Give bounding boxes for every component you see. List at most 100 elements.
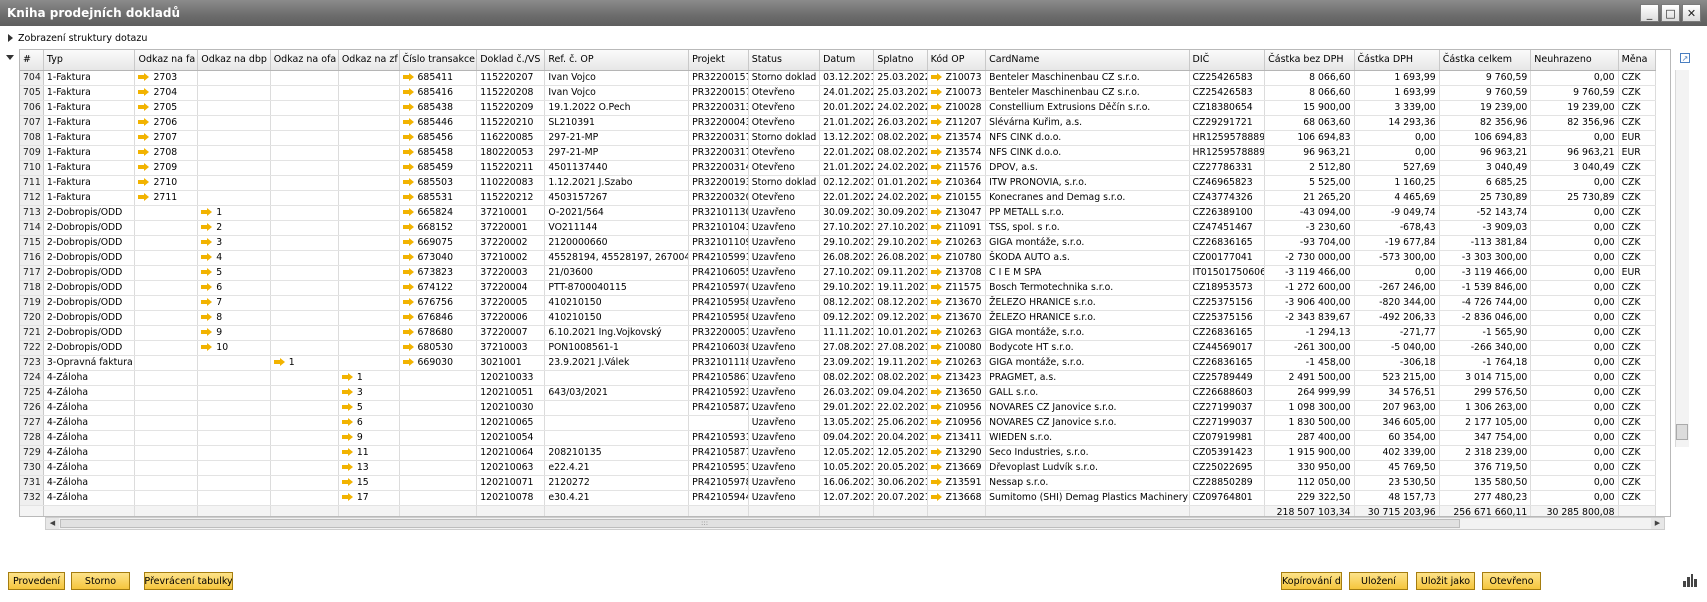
row-number-cell[interactable]: 704 <box>20 70 44 86</box>
row-number-cell[interactable]: 707 <box>20 115 44 131</box>
link-arrow-icon[interactable] <box>341 492 353 501</box>
link-arrow-icon[interactable] <box>341 387 353 396</box>
link-arrow-icon[interactable] <box>930 267 942 276</box>
column-header[interactable]: Projekt <box>688 50 749 71</box>
link-arrow-icon[interactable] <box>402 327 414 336</box>
link-arrow-icon[interactable] <box>341 447 353 456</box>
link-arrow-icon[interactable] <box>201 207 213 216</box>
link-arrow-icon[interactable] <box>930 87 942 96</box>
link-arrow-icon[interactable] <box>930 432 942 441</box>
link-arrow-icon[interactable] <box>930 132 942 141</box>
open-button[interactable]: Otevřeno <box>1482 572 1541 590</box>
row-number-cell[interactable]: 711 <box>20 175 44 191</box>
table-row[interactable]: 727 4-Záloha 6 120210065 Uzavřeno 13.05.2021 2… <box>20 415 1657 431</box>
link-arrow-icon[interactable] <box>402 237 414 246</box>
row-number-cell[interactable]: 721 <box>20 325 44 341</box>
link-arrow-icon[interactable] <box>402 192 414 201</box>
link-arrow-icon[interactable] <box>930 327 942 336</box>
link-arrow-icon[interactable] <box>930 162 942 171</box>
column-header[interactable]: Měna <box>1618 50 1657 71</box>
link-arrow-icon[interactable] <box>930 387 942 396</box>
row-number-cell[interactable]: 715 <box>20 235 44 251</box>
column-header[interactable]: Ref. č. OP <box>544 50 690 71</box>
link-arrow-icon[interactable] <box>930 252 942 261</box>
row-number-cell[interactable]: 708 <box>20 130 44 146</box>
copy-button[interactable]: Kopírování d <box>1281 572 1342 590</box>
row-number-cell[interactable]: 714 <box>20 220 44 236</box>
link-arrow-icon[interactable] <box>930 462 942 471</box>
column-header[interactable]: Typ <box>43 50 136 71</box>
column-header[interactable]: Neuhrazeno <box>1530 50 1619 71</box>
link-arrow-icon[interactable] <box>930 312 942 321</box>
maximize-icon[interactable]: □ <box>1661 4 1680 22</box>
table-row[interactable]: 720 2-Dobropis/ODD 8 676846 37220006 41021015… <box>20 310 1657 326</box>
link-arrow-icon[interactable] <box>201 297 213 306</box>
link-arrow-icon[interactable] <box>201 327 213 336</box>
link-arrow-icon[interactable] <box>201 252 213 261</box>
table-row[interactable]: 711 1-Faktura 2710 685503 110220083 1.12.2021… <box>20 175 1657 191</box>
pivot-table-button[interactable]: Převrácení tabulky <box>144 572 233 590</box>
link-arrow-icon[interactable] <box>402 252 414 261</box>
table-row[interactable]: 718 2-Dobropis/ODD 6 674122 37220004 PTT-8700… <box>20 280 1657 296</box>
link-arrow-icon[interactable] <box>138 177 150 186</box>
table-row[interactable]: 714 2-Dobropis/ODD 2 668152 37220001 VO211144… <box>20 220 1657 236</box>
table-row[interactable]: 716 2-Dobropis/ODD 4 673040 37210002 45528194… <box>20 250 1657 266</box>
link-arrow-icon[interactable] <box>402 162 414 171</box>
table-row[interactable]: 715 2-Dobropis/ODD 3 669075 37220002 21200006… <box>20 235 1657 251</box>
link-arrow-icon[interactable] <box>930 117 942 126</box>
table-row[interactable]: 726 4-Záloha 5 120210030 PR42105872 Uzavřeno 2… <box>20 400 1657 416</box>
table-row[interactable]: 705 1-Faktura 2704 685416 115220208 Ivan Vojc… <box>20 85 1657 101</box>
link-arrow-icon[interactable] <box>930 102 942 111</box>
column-header[interactable]: Status <box>748 50 821 71</box>
table-row[interactable]: 712 1-Faktura 2711 685531 115220212 450315726… <box>20 190 1657 206</box>
expand-grid-icon[interactable]: ↗ <box>1680 53 1690 63</box>
link-arrow-icon[interactable] <box>402 312 414 321</box>
table-row[interactable]: 723 3-Opravná faktura 1 669030 3021001 23.9.2… <box>20 355 1657 371</box>
link-arrow-icon[interactable] <box>930 147 942 156</box>
table-row[interactable]: 730 4-Záloha 13 120210063 e22.4.21 PR42105951… <box>20 460 1657 476</box>
link-arrow-icon[interactable] <box>930 237 942 246</box>
query-structure-toggle[interactable]: Zobrazení struktury dotazu <box>8 31 147 45</box>
link-arrow-icon[interactable] <box>402 357 414 366</box>
link-arrow-icon[interactable] <box>930 447 942 456</box>
link-arrow-icon[interactable] <box>402 117 414 126</box>
column-header[interactable]: Odkaz na ofa <box>270 50 339 71</box>
table-row[interactable]: 704 1-Faktura 2703 685411 115220207 Ivan Vojc… <box>20 70 1657 86</box>
row-number-cell[interactable]: 712 <box>20 190 44 206</box>
row-number-cell[interactable]: 724 <box>20 370 44 386</box>
save-button[interactable]: Uložení <box>1349 572 1408 590</box>
table-row[interactable]: 731 4-Záloha 15 120210071 2120272 PR42105978 U… <box>20 475 1657 491</box>
link-arrow-icon[interactable] <box>930 492 942 501</box>
vertical-scrollbar[interactable] <box>1675 70 1689 447</box>
link-arrow-icon[interactable] <box>930 372 942 381</box>
link-arrow-icon[interactable] <box>138 72 150 81</box>
row-number-cell[interactable]: 716 <box>20 250 44 266</box>
column-header[interactable]: Odkaz na dbp <box>197 50 271 71</box>
link-arrow-icon[interactable] <box>930 222 942 231</box>
row-number-cell[interactable]: 728 <box>20 430 44 446</box>
link-arrow-icon[interactable] <box>930 192 942 201</box>
link-arrow-icon[interactable] <box>402 147 414 156</box>
link-arrow-icon[interactable] <box>138 132 150 141</box>
row-number-cell[interactable]: 717 <box>20 265 44 281</box>
row-number-cell[interactable]: 719 <box>20 295 44 311</box>
link-arrow-icon[interactable] <box>930 357 942 366</box>
table-row[interactable]: 732 4-Záloha 17 120210078 e30.4.21 PR42105944… <box>20 490 1657 506</box>
link-arrow-icon[interactable] <box>201 282 213 291</box>
column-header[interactable]: Doklad č./VS <box>476 50 546 71</box>
link-arrow-icon[interactable] <box>138 87 150 96</box>
row-number-cell[interactable]: 732 <box>20 490 44 506</box>
link-arrow-icon[interactable] <box>138 192 150 201</box>
link-arrow-icon[interactable] <box>341 432 353 441</box>
link-arrow-icon[interactable] <box>402 177 414 186</box>
link-arrow-icon[interactable] <box>138 102 150 111</box>
link-arrow-icon[interactable] <box>341 462 353 471</box>
row-number-cell[interactable]: 709 <box>20 145 44 161</box>
link-arrow-icon[interactable] <box>201 312 213 321</box>
link-arrow-icon[interactable] <box>930 477 942 486</box>
table-row[interactable]: 725 4-Záloha 3 120210051 643/03/2021 PR421059… <box>20 385 1657 401</box>
row-number-cell[interactable]: 718 <box>20 280 44 296</box>
link-arrow-icon[interactable] <box>402 297 414 306</box>
link-arrow-icon[interactable] <box>341 417 353 426</box>
link-arrow-icon[interactable] <box>201 237 213 246</box>
